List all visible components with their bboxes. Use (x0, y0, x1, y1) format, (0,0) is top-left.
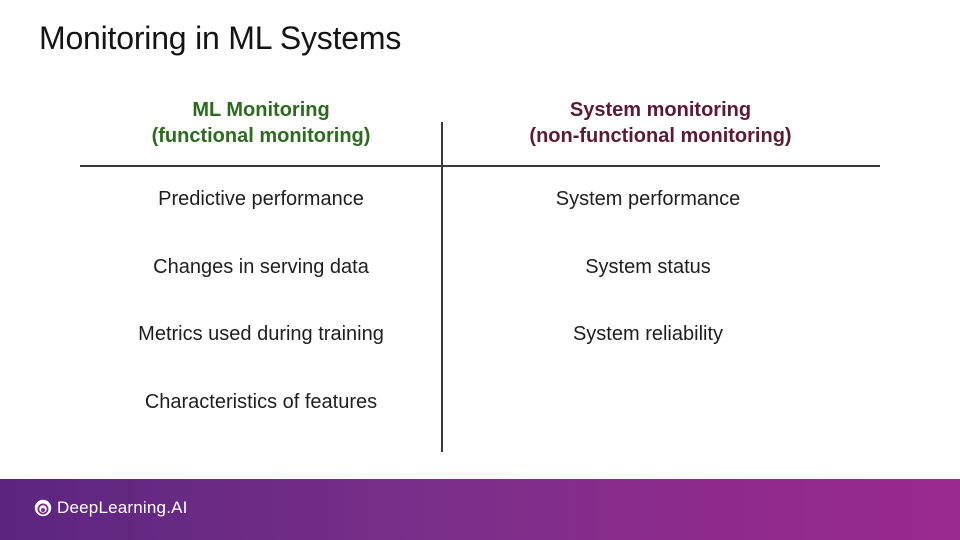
system-monitoring-header: System monitoring (non-functional monito… (442, 97, 879, 149)
brand-name: DeepLearning.AI (57, 498, 188, 517)
system-monitoring-header-subtitle: (non-functional monitoring) (529, 125, 792, 147)
brand-logo: DeepLearning.AI (34, 498, 188, 518)
header-divider (80, 165, 880, 167)
ml-monitoring-header-title: ML Monitoring (192, 99, 330, 121)
system-item-status: System status (585, 256, 711, 278)
system-item-reliability: System reliability (572, 323, 724, 345)
ml-item-predictive-performance: Predictive performance (158, 188, 364, 210)
ml-item-characteristics-of-features: Characteristics of features (144, 391, 378, 413)
ml-monitoring-header: ML Monitoring (functional monitoring) (80, 97, 442, 149)
ml-item-metrics-used-during-training: Metrics used during training (138, 323, 384, 345)
slide-title: Monitoring in ML Systems (39, 20, 402, 56)
deeplearning-logo-icon (34, 499, 52, 517)
system-monitoring-header-title: System monitoring (569, 99, 752, 121)
ml-item-changes-in-serving-data: Changes in serving data (153, 256, 369, 278)
system-item-performance: System performance (555, 188, 741, 210)
ml-monitoring-header-subtitle: (functional monitoring) (151, 125, 371, 147)
